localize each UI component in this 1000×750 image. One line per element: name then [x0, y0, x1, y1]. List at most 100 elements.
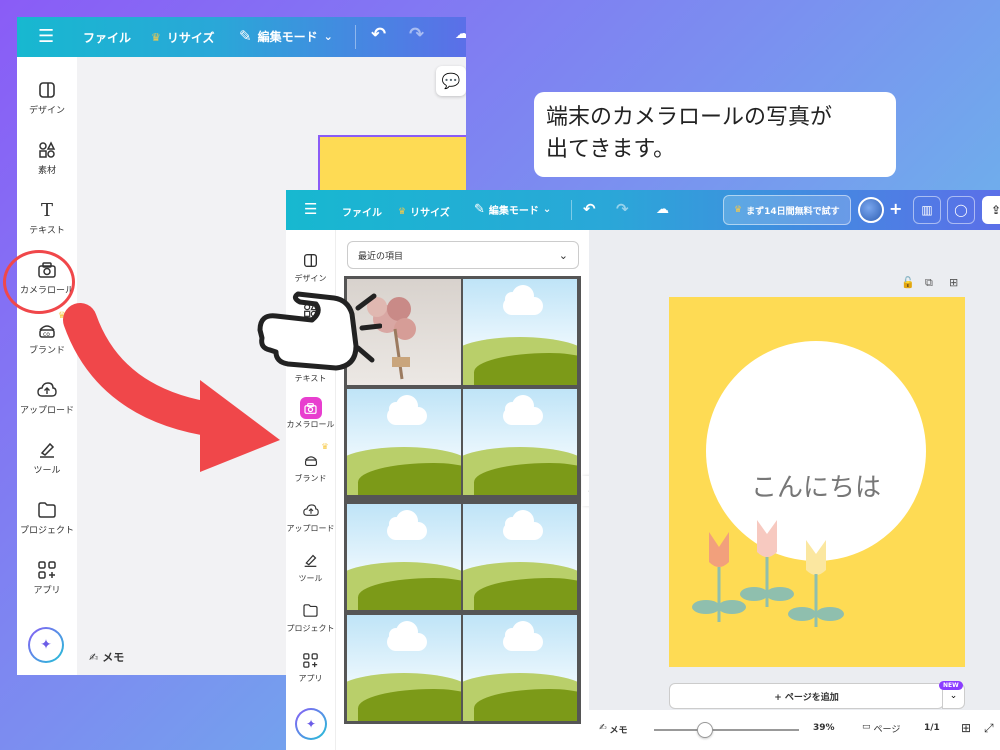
new-badge: NEW	[939, 681, 963, 690]
back-sidebar-item-elements[interactable]: 素材	[17, 137, 77, 176]
fullscreen-icon[interactable]: ⤢	[984, 721, 994, 736]
avatar[interactable]	[858, 197, 884, 223]
comment-icon: ◯	[954, 203, 968, 217]
front-sidebar-item-apps[interactable]: アプリ	[286, 647, 335, 684]
brand-icon: ♛	[298, 442, 329, 473]
crown-icon: ♛	[398, 206, 407, 217]
design-page[interactable]: こんにちは	[669, 297, 965, 667]
memo-icon: ✍	[89, 650, 99, 664]
front-file-menu[interactable]: ファイル	[342, 204, 382, 219]
pages-button[interactable]: ▭ ページ	[862, 722, 900, 735]
back-magic-button[interactable]: ✦	[28, 627, 64, 663]
tulip-illustration	[692, 520, 844, 627]
add-collaborator-icon[interactable]: +	[889, 199, 902, 218]
chevron-down-icon: ⌄	[542, 204, 552, 215]
chevron-down-icon: ⌄	[323, 29, 333, 43]
pencil-icon: ✎	[239, 27, 252, 45]
add-page-button[interactable]: + ページを追加	[669, 683, 944, 709]
lock-icon[interactable]: 🔓	[901, 276, 915, 289]
back-resize-button[interactable]: ♛ リサイズ	[151, 29, 215, 46]
callout-bubble: 端末のカメラロールの写真が 出てきます。	[534, 92, 896, 177]
upload-icon	[298, 497, 324, 523]
front-topbar: ☰ ファイル ♛ リサイズ ✎ 編集モード ⌄ ↶ ↷ ☁ ♛ まず14日間無料…	[286, 190, 1000, 230]
back-sidebar-item-apps[interactable]: アプリ	[17, 557, 77, 596]
menu-icon[interactable]: ☰	[38, 26, 54, 47]
memo-button[interactable]: ✍ メモ	[599, 723, 628, 736]
design-icon	[298, 247, 324, 273]
back-memo-button[interactable]: ✍ メモ	[89, 649, 124, 665]
trial-button[interactable]: ♛ まず14日間無料で試す	[723, 195, 851, 225]
photo-thumbnail[interactable]	[345, 502, 463, 612]
back-edit-mode-button[interactable]: ✎ 編集モード ⌄	[239, 27, 333, 45]
front-sidebar-item-camera[interactable]: カメラロール	[286, 397, 335, 430]
back-sidebar-item-design[interactable]: デザイン	[17, 77, 77, 116]
back-comment-button[interactable]: 💬	[436, 66, 466, 96]
back-topbar: ☰ ファイル ♛ リサイズ ✎ 編集モード ⌄ ↶ ↷ ☁	[17, 17, 466, 57]
back-file-menu[interactable]: ファイル	[83, 29, 131, 46]
tap-hand-icon	[257, 291, 382, 371]
apps-icon	[298, 647, 324, 673]
recent-items-dropdown[interactable]: 最近の項目 ⌄	[347, 241, 579, 269]
bar-chart-icon: ▥	[921, 203, 933, 217]
greeting-text[interactable]: こんにちは	[706, 467, 926, 504]
cloud-sync-icon[interactable]: ☁	[656, 202, 669, 217]
back-design-page	[318, 135, 466, 195]
photo-thumbnail[interactable]	[461, 613, 579, 723]
camera-icon	[299, 397, 322, 419]
front-sidebar-item-tool[interactable]: ツール	[286, 547, 335, 584]
front-app-window: ☰ ファイル ♛ リサイズ ✎ 編集モード ⌄ ↶ ↷ ☁ ♛ まず14日間無料…	[286, 190, 1000, 750]
comment-button[interactable]: ◯	[947, 196, 975, 224]
folder-icon	[298, 597, 324, 623]
add-page-icon[interactable]: ⊞	[949, 276, 958, 289]
duplicate-page-icon[interactable]: ⧉	[925, 276, 933, 290]
divider	[355, 25, 356, 49]
undo-icon[interactable]: ↶	[583, 200, 596, 218]
folder-icon	[34, 497, 60, 523]
memo-icon: ✍	[599, 723, 607, 733]
front-edit-mode-button[interactable]: ✎ 編集モード ⌄	[474, 202, 551, 217]
front-resize-button[interactable]: ♛ リサイズ	[398, 204, 450, 220]
chevron-down-icon: ⌄	[558, 248, 568, 262]
crown-icon: ♛	[321, 442, 329, 451]
photo-thumbnail[interactable]	[461, 277, 579, 387]
design-icon	[34, 77, 60, 103]
cloud-sync-icon[interactable]: ☁	[455, 26, 466, 42]
pencil-icon: ✎	[474, 202, 485, 217]
undo-icon[interactable]: ↶	[371, 24, 386, 45]
photo-thumbnail[interactable]	[345, 387, 463, 497]
front-footer: ✍ メモ 39% ▭ ページ 1/1 ⊞ ⤢	[589, 710, 1000, 750]
analytics-button[interactable]: ▥	[913, 196, 941, 224]
back-sidebar-item-project[interactable]: プロジェクト	[17, 497, 77, 536]
page-count: 1/1	[924, 723, 940, 733]
menu-icon[interactable]: ☰	[304, 200, 317, 218]
share-button[interactable]: ⇪	[982, 196, 1000, 224]
grid-view-icon[interactable]: ⊞	[961, 721, 971, 735]
front-canvas-area: 🔓 ⧉ ⊞ こんにちは + ページを追加 ⌄ NEW	[589, 230, 1000, 710]
front-magic-button[interactable]: ✦	[295, 708, 327, 740]
callout-line2: 出てきます。	[546, 137, 676, 162]
back-sidebar-item-text[interactable]: T テキスト	[17, 197, 77, 237]
tool-icon	[298, 547, 324, 573]
redo-icon[interactable]: ↷	[616, 200, 629, 218]
comment-add-icon: 💬	[441, 72, 461, 90]
apps-icon	[34, 557, 60, 583]
sparkle-icon: ✦	[305, 717, 317, 731]
photo-thumbnail[interactable]	[345, 613, 463, 723]
divider	[571, 200, 572, 220]
crown-icon: ♛	[734, 205, 743, 215]
zoom-slider-track[interactable]	[654, 729, 799, 731]
front-sidebar-item-design[interactable]: デザイン	[286, 247, 335, 284]
photo-thumbnail[interactable]	[461, 502, 579, 612]
zoom-slider-thumb[interactable]	[697, 722, 713, 738]
front-sidebar-item-brand[interactable]: ♛ ブランド	[286, 442, 335, 484]
sparkle-icon: ✦	[40, 637, 52, 653]
front-sidebar-item-project[interactable]: プロジェクト	[286, 597, 335, 634]
front-sidebar-item-upload[interactable]: アップロード	[286, 497, 335, 534]
photo-thumbnail[interactable]	[461, 387, 579, 497]
pages-icon: ▭	[862, 722, 871, 732]
share-icon: ⇪	[990, 203, 1000, 217]
redo-icon[interactable]: ↷	[409, 24, 424, 45]
zoom-level[interactable]: 39%	[813, 723, 835, 733]
callout-line1: 端末のカメラロールの写真が	[546, 105, 833, 130]
text-icon: T	[40, 199, 53, 221]
